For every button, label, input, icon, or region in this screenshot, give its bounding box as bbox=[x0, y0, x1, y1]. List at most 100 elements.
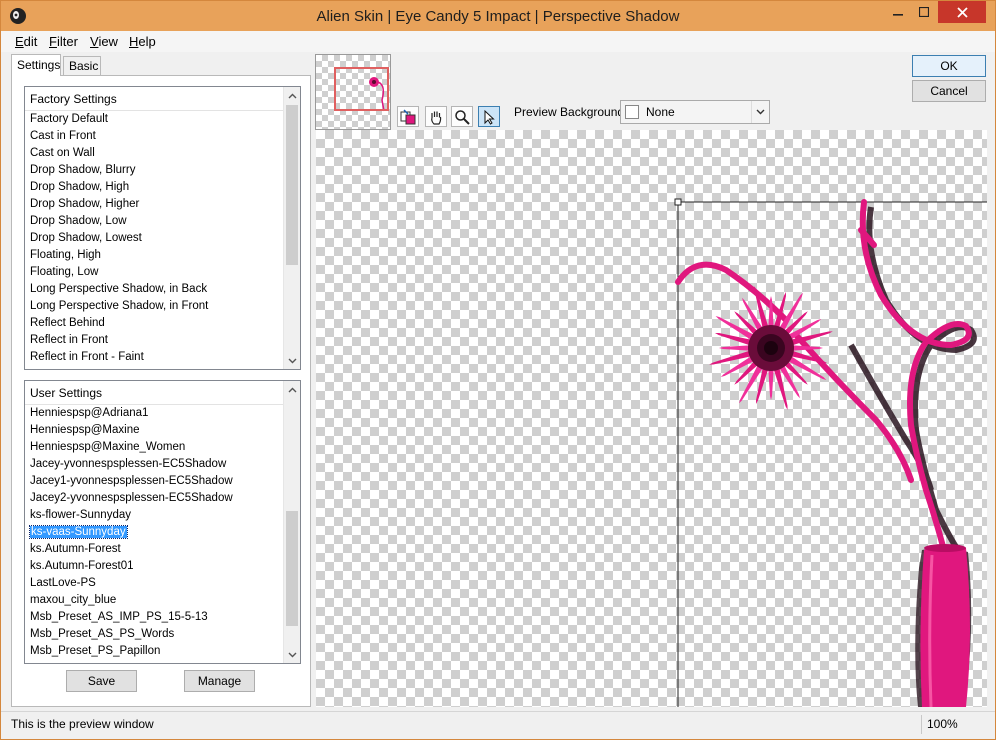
factory-list-item[interactable]: Drop Shadow, High bbox=[25, 179, 283, 196]
close-button[interactable] bbox=[938, 1, 986, 23]
user-list-item[interactable]: Henniespsp@Maxine_Women bbox=[25, 439, 283, 456]
factory-list-item[interactable]: Reflect in Front bbox=[25, 332, 283, 349]
user-list-item[interactable]: Msb_Preset_AS_IMP_PS_15-5-13 bbox=[25, 609, 283, 626]
user-list-item[interactable]: ks.Autumn-Forest bbox=[25, 541, 283, 558]
preview-background-label: Preview Background: bbox=[514, 105, 628, 119]
user-list-item-label: maxou_city_blue bbox=[30, 594, 117, 606]
user-list-item[interactable]: ks-flower-Sunnyday bbox=[25, 507, 283, 524]
ok-button[interactable]: OK bbox=[912, 55, 986, 77]
factory-list-item-label: Cast on Wall bbox=[30, 147, 95, 159]
thumbnail-view-rectangle[interactable] bbox=[334, 67, 389, 111]
user-scrollbar[interactable] bbox=[283, 381, 300, 663]
factory-list-item[interactable]: Cast on Wall bbox=[25, 145, 283, 162]
factory-list-item[interactable]: Floating, Low bbox=[25, 264, 283, 281]
factory-list-item[interactable]: Reflect in Front - Faint bbox=[25, 349, 283, 366]
factory-list-item-label: Long Perspective Shadow, in Front bbox=[30, 300, 209, 312]
save-button[interactable]: Save bbox=[66, 670, 137, 692]
chevron-up-icon bbox=[288, 93, 296, 98]
factory-list-item-label: Cast in Front bbox=[30, 130, 96, 142]
user-settings-list[interactable]: User Settings Henniespsp@Adriana1 Hennies… bbox=[24, 380, 301, 664]
preview-window[interactable] bbox=[316, 130, 987, 707]
cancel-button[interactable]: Cancel bbox=[912, 80, 986, 102]
close-icon bbox=[956, 6, 968, 18]
factory-settings-list[interactable]: Factory Settings Factory Default Cast in … bbox=[24, 86, 301, 370]
user-list-item[interactable]: Jacey1-yvonnespsplessen-EC5Shadow bbox=[25, 473, 283, 490]
user-list-item-label: ks.Autumn-Forest bbox=[30, 543, 121, 555]
zoom-tool-button[interactable] bbox=[451, 106, 473, 127]
factory-list-item[interactable]: Cast in Front bbox=[25, 128, 283, 145]
app-window: Alien Skin | Eye Candy 5 Impact | Perspe… bbox=[0, 0, 996, 740]
scroll-up-button[interactable] bbox=[284, 381, 300, 398]
tab-settings[interactable]: Settings bbox=[11, 54, 61, 76]
user-list-item-label: ks-vaas-Sunnyday bbox=[29, 525, 128, 539]
scroll-down-button[interactable] bbox=[284, 646, 300, 663]
factory-list-item[interactable]: Drop Shadow, Blurry bbox=[25, 162, 283, 179]
user-list-item[interactable]: ks-vaas-Sunnyday bbox=[25, 524, 283, 541]
user-list-item[interactable]: Henniespsp@Adriana1 bbox=[25, 405, 283, 422]
factory-list-item[interactable]: Drop Shadow, Lowest bbox=[25, 230, 283, 247]
maximize-icon bbox=[919, 7, 929, 17]
factory-list-item[interactable]: Long Perspective Shadow, in Front bbox=[25, 298, 283, 315]
scroll-thumb[interactable] bbox=[286, 105, 298, 265]
menu-help[interactable]: Help bbox=[129, 34, 156, 49]
user-list-item[interactable]: Jacey2-yvonnespsplessen-EC5Shadow bbox=[25, 490, 283, 507]
pointer-tool-button[interactable] bbox=[478, 106, 500, 127]
preview-canvas bbox=[674, 198, 987, 707]
factory-list-item-label: Drop Shadow, Blurry bbox=[30, 164, 136, 176]
hand-tool-button[interactable] bbox=[425, 106, 447, 127]
bounds-handle[interactable] bbox=[674, 198, 682, 206]
factory-list-item[interactable]: Reflect Behind bbox=[25, 315, 283, 332]
scroll-thumb[interactable] bbox=[286, 511, 298, 626]
factory-list-item[interactable]: Drop Shadow, Higher bbox=[25, 196, 283, 213]
flower-head bbox=[709, 286, 833, 410]
status-bar: This is the preview window 100% bbox=[1, 711, 995, 739]
dropdown-arrow[interactable] bbox=[751, 101, 769, 123]
factory-scrollbar[interactable] bbox=[283, 87, 300, 369]
factory-list-item-label: Drop Shadow, Lowest bbox=[30, 232, 142, 244]
user-settings-items: Henniespsp@Adriana1 Henniespsp@Maxine Henn… bbox=[25, 405, 283, 660]
user-list-item[interactable]: Msb_Preset_AS_PS_Words bbox=[25, 626, 283, 643]
user-list-item[interactable]: ks.Autumn-Forest01 bbox=[25, 558, 283, 575]
factory-list-item-label: Factory Default bbox=[30, 113, 108, 125]
vase bbox=[915, 544, 972, 707]
user-list-item-label: Msb_Preset_PS_Papillon bbox=[30, 645, 161, 657]
factory-list-item-label: Drop Shadow, Low bbox=[30, 215, 127, 227]
navigator-thumbnail[interactable] bbox=[315, 54, 391, 130]
user-list-item[interactable]: Msb_Preset_PS_Papillon bbox=[25, 643, 283, 660]
tab-basic[interactable]: Basic bbox=[63, 56, 101, 75]
settings-panel: Factory Settings Factory Default Cast in … bbox=[11, 75, 311, 707]
factory-list-item[interactable]: Long Perspective Shadow, in Back bbox=[25, 281, 283, 298]
title-bar[interactable]: Alien Skin | Eye Candy 5 Impact | Perspe… bbox=[1, 1, 995, 31]
user-settings-header[interactable]: User Settings bbox=[25, 381, 283, 405]
manage-button[interactable]: Manage bbox=[184, 670, 255, 692]
user-list-item[interactable]: LastLove-PS bbox=[25, 575, 283, 592]
menu-view[interactable]: View bbox=[90, 34, 118, 49]
user-list-item[interactable]: Henniespsp@Maxine bbox=[25, 422, 283, 439]
menu-filter[interactable]: Filter bbox=[49, 34, 78, 49]
menu-bar: Edit Filter View Help bbox=[1, 31, 995, 52]
user-list-item[interactable]: Jacey-yvonnespsplessen-EC5Shadow bbox=[25, 456, 283, 473]
factory-list-item[interactable]: Floating, High bbox=[25, 247, 283, 264]
factory-list-item-label: Reflect in Front - Faint bbox=[30, 351, 144, 363]
user-list-item-label: Henniespsp@Maxine bbox=[30, 424, 140, 436]
factory-list-item-label: Reflect in Front bbox=[30, 334, 108, 346]
user-list-item-label: ks.Autumn-Forest01 bbox=[30, 560, 134, 572]
preview-background-value: None bbox=[646, 105, 675, 119]
scroll-down-button[interactable] bbox=[284, 352, 300, 369]
menu-edit[interactable]: Edit bbox=[15, 34, 37, 49]
flower-stem bbox=[675, 199, 972, 553]
maximize-button[interactable] bbox=[911, 1, 937, 23]
factory-list-item-label: Reflect Behind bbox=[30, 317, 105, 329]
preview-background-select[interactable]: None bbox=[620, 100, 770, 124]
chevron-down-icon bbox=[756, 109, 765, 115]
factory-list-item[interactable]: Factory Default bbox=[25, 111, 283, 128]
scroll-up-button[interactable] bbox=[284, 87, 300, 104]
compare-tool-button[interactable] bbox=[397, 106, 419, 127]
user-list-item[interactable]: maxou_city_blue bbox=[25, 592, 283, 609]
status-text: This is the preview window bbox=[11, 717, 154, 731]
factory-list-item[interactable]: Drop Shadow, Low bbox=[25, 213, 283, 230]
window-title: Alien Skin | Eye Candy 5 Impact | Perspe… bbox=[316, 8, 680, 25]
factory-settings-header[interactable]: Factory Settings bbox=[25, 87, 283, 111]
minimize-button[interactable] bbox=[885, 1, 911, 23]
user-list-item-label: Msb_Preset_AS_PS_Words bbox=[30, 628, 175, 640]
